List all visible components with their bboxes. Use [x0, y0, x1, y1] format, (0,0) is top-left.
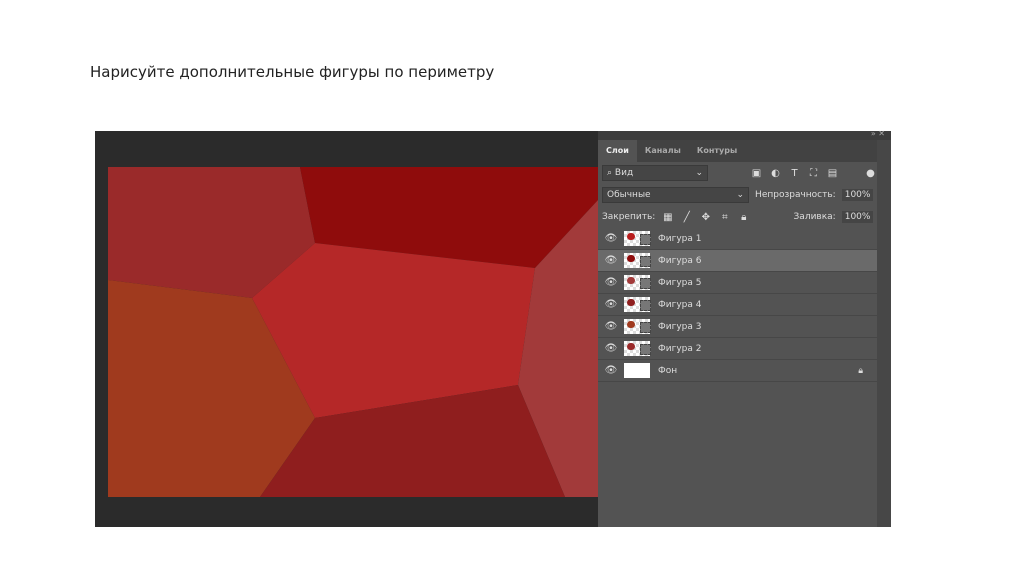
type-filter-icon[interactable]: T [788, 168, 801, 179]
shape-swatch [627, 343, 635, 350]
eye-icon[interactable]: 👁︎ [598, 365, 624, 376]
shape-swatch [627, 233, 635, 240]
layer-name: Фигура 2 [658, 343, 702, 354]
slide-title: Нарисуйте дополнительные фигуры по перим… [90, 63, 495, 81]
layer-row[interactable]: 👁︎ Фигура 4 [598, 294, 877, 316]
layer-thumbnail [624, 363, 650, 378]
panel-scroll-strip[interactable] [877, 131, 891, 527]
shape-filter-icon[interactable]: ⛶ [807, 168, 820, 179]
fill-label: Заливка: [793, 212, 836, 222]
layer-row[interactable]: 👁︎ Фигура 5 [598, 272, 877, 294]
vector-mask-icon [640, 344, 651, 355]
vector-mask-icon [640, 300, 651, 311]
lock-artboard-icon[interactable]: ⌗ [718, 212, 731, 223]
filter-label: Вид [614, 168, 634, 178]
tab-paths[interactable]: Контуры [689, 140, 745, 162]
opacity-label: Непрозрачность: [755, 190, 836, 200]
layer-name: Фигура 6 [658, 255, 702, 266]
panel-topbar: » ✕ [598, 129, 891, 140]
blend-mode-value: Обычные [607, 190, 651, 200]
layer-row[interactable]: 👁︎ Фигура 3 [598, 316, 877, 338]
artwork [108, 167, 598, 497]
layer-name: Фигура 5 [658, 277, 702, 288]
layer-row[interactable]: 👁︎ Фон 🔒︎ [598, 360, 877, 382]
layer-name: Фигура 4 [658, 299, 702, 310]
vector-mask-icon [640, 256, 651, 267]
lock-row: Закрепить: ▦ ╱ ✥ ⌗ 🔒︎ Заливка: 100% ⌄ [598, 206, 891, 228]
lock-all-icon[interactable]: 🔒︎ [737, 212, 750, 223]
lock-label: Закрепить: [602, 212, 656, 222]
vector-mask-icon [640, 322, 651, 333]
layer-thumbnail [624, 297, 651, 312]
layer-thumbnail [624, 319, 651, 334]
eye-icon[interactable]: 👁︎ [598, 233, 624, 244]
layer-name: Фигура 1 [658, 233, 702, 244]
panel-tabs: Слои Каналы Контуры ≡ [598, 140, 891, 162]
chevron-down-icon: ⌄ [736, 190, 745, 200]
eye-icon[interactable]: 👁︎ [598, 277, 624, 288]
vector-mask-icon [640, 278, 651, 289]
shape-swatch [627, 255, 635, 262]
adjustment-filter-icon[interactable]: ◐ [769, 168, 782, 179]
eye-icon[interactable]: 👁︎ [598, 343, 624, 354]
opacity-input[interactable]: 100% [841, 189, 874, 201]
tab-channels[interactable]: Каналы [637, 140, 689, 162]
layer-thumbnail [624, 341, 651, 356]
image-filter-icon[interactable]: ▣ [750, 168, 763, 179]
blend-row: Обычные ⌄ Непрозрачность: 100% ⌄ [598, 184, 891, 206]
shape-swatch [627, 321, 635, 328]
filter-select[interactable]: ⌕ Вид ⌄ [602, 165, 708, 181]
chevron-down-icon: ⌄ [695, 168, 703, 178]
layer-thumbnail [624, 253, 651, 268]
filter-row: ⌕ Вид ⌄ ▣ ◐ T ⛶ ▤ ● [598, 162, 891, 184]
layer-row[interactable]: 👁︎ Фигура 2 [598, 338, 877, 360]
layer-thumbnail [624, 231, 651, 246]
layer-name: Фон [658, 365, 678, 376]
shape-swatch [627, 277, 635, 284]
lock-icon: 🔒︎ [858, 365, 863, 376]
close-icon[interactable]: » ✕ [871, 129, 885, 138]
filter-toggle[interactable]: ● [864, 168, 877, 179]
search-icon: ⌕ [607, 168, 613, 178]
layer-name: Фигура 3 [658, 321, 702, 332]
eye-icon[interactable]: 👁︎ [598, 299, 624, 310]
layer-row[interactable]: 👁︎ Фигура 1 [598, 228, 877, 250]
layer-row[interactable]: 👁︎ Фигура 6 [598, 250, 877, 272]
layers-list: 👁︎ Фигура 1 👁︎ Фигура 6 👁︎ Фигура 5 👁︎ Ф… [598, 228, 891, 382]
photoshop-canvas-area [95, 131, 598, 527]
shape-swatch [627, 299, 635, 306]
lock-brush-icon[interactable]: ╱ [680, 212, 693, 223]
eye-icon[interactable]: 👁︎ [598, 255, 624, 266]
eye-icon[interactable]: 👁︎ [598, 321, 624, 332]
layer-thumbnail [624, 275, 651, 290]
blend-mode-select[interactable]: Обычные ⌄ [602, 187, 750, 203]
fill-input[interactable]: 100% [841, 211, 874, 223]
tab-layers[interactable]: Слои [598, 140, 637, 162]
smart-object-filter-icon[interactable]: ▤ [826, 168, 839, 179]
lock-transparency-icon[interactable]: ▦ [661, 212, 674, 223]
lock-move-icon[interactable]: ✥ [699, 212, 712, 223]
vector-mask-icon [640, 234, 651, 245]
layers-panel: » ✕ Слои Каналы Контуры ≡ ⌕ Вид ⌄ ▣ ◐ T ⛶… [598, 129, 891, 527]
